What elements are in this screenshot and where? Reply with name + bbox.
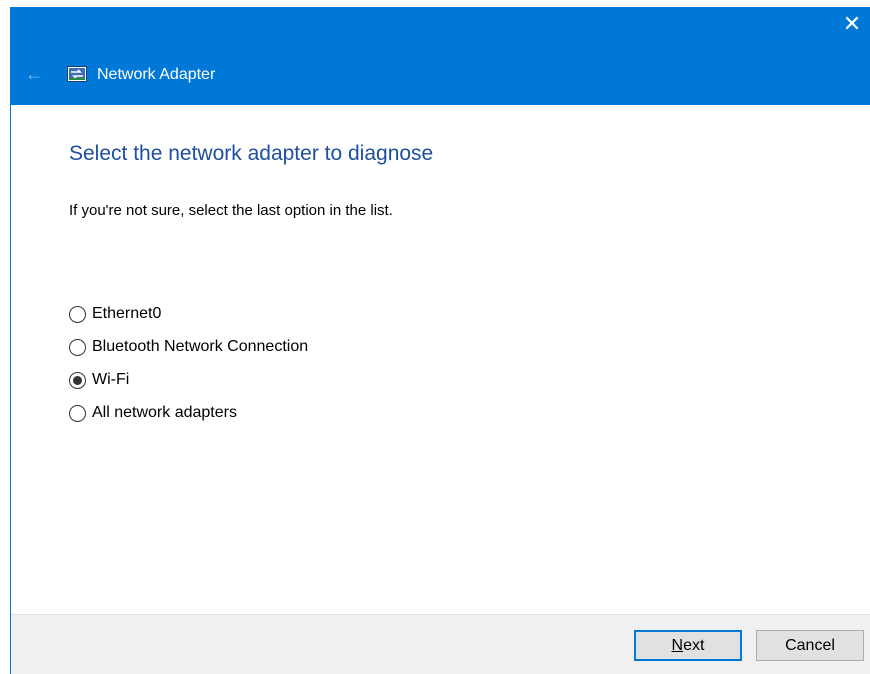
option-all-network-adapters[interactable]: All network adapters	[69, 402, 308, 424]
cancel-button[interactable]: Cancel	[756, 630, 864, 661]
next-label-rest: ext	[683, 636, 705, 654]
adapter-options: Ethernet0 Bluetooth Network Connection W…	[69, 303, 308, 435]
radio-button-bluetooth[interactable]	[69, 338, 86, 356]
button-bar: Next Cancel	[11, 614, 870, 674]
radio-button-ethernet0[interactable]	[69, 305, 86, 323]
option-bluetooth-network-connection[interactable]: Bluetooth Network Connection	[69, 336, 308, 358]
page-heading: Select the network adapter to diagnose	[69, 142, 434, 165]
radio-button-wifi[interactable]	[69, 371, 86, 389]
window-title: Network Adapter	[97, 66, 216, 83]
radio-selected-dot	[73, 375, 82, 385]
option-label: Ethernet0	[92, 305, 162, 322]
option-label: All network adapters	[92, 404, 237, 421]
instruction-text: If you're not sure, select the last opti…	[69, 202, 393, 219]
back-arrow-icon[interactable]: ←	[21, 63, 47, 85]
network-adapter-icon	[67, 66, 87, 82]
content-area: Select the network adapter to diagnose I…	[11, 105, 870, 615]
close-icon[interactable]: ✕	[834, 7, 870, 41]
title-bar: ✕ ← Network Adapter	[11, 7, 870, 105]
option-ethernet0[interactable]: Ethernet0	[69, 303, 308, 325]
option-wifi[interactable]: Wi-Fi	[69, 369, 308, 391]
troubleshooter-window: ✕ ← Network Adapter Select the network a…	[10, 7, 870, 674]
next-button[interactable]: Next	[634, 630, 742, 661]
radio-button-all-adapters[interactable]	[69, 404, 86, 422]
option-label: Wi-Fi	[92, 371, 130, 388]
option-label: Bluetooth Network Connection	[92, 338, 309, 355]
next-mnemonic: N	[671, 636, 684, 654]
